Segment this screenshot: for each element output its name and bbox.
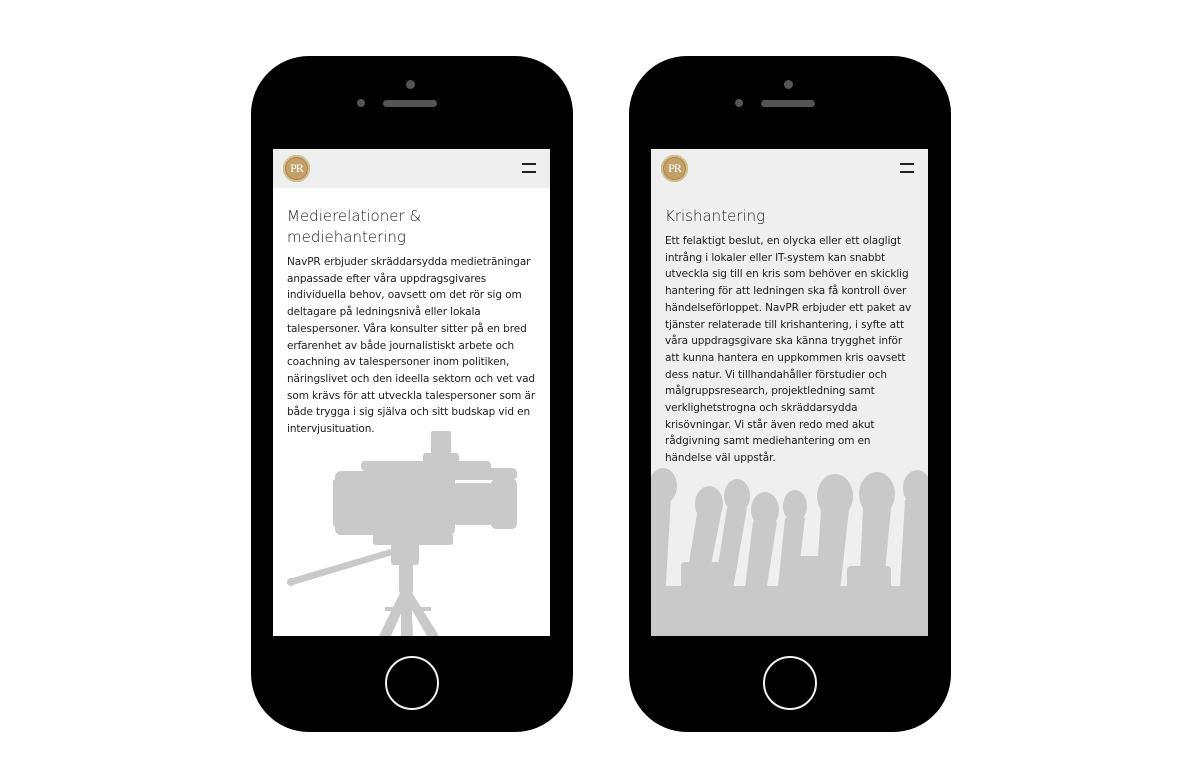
phone-screen-krishantering: PR Krishantering Ett felaktigt beslut, e… xyxy=(651,149,928,636)
home-button[interactable] xyxy=(385,656,439,710)
site-header: PR xyxy=(651,149,928,188)
article-body: Ett felaktigt beslut, en olycka eller et… xyxy=(665,235,912,465)
navpr-logo-icon[interactable]: PR xyxy=(661,155,688,182)
video-camera-silhouette-icon xyxy=(287,431,517,636)
front-camera xyxy=(784,80,793,89)
page-title: Krishantering xyxy=(665,207,766,225)
hamburger-menu-icon[interactable] xyxy=(522,163,536,173)
microphones-silhouette-icon xyxy=(651,468,928,636)
logo-monogram: PR xyxy=(668,161,682,175)
phone-mockup-left: PR Medierelationer & mediehantering NavP… xyxy=(251,56,573,732)
phone-screen-medierelationer: PR Medierelationer & mediehantering NavP… xyxy=(273,149,550,636)
site-header: PR xyxy=(273,149,550,188)
phone-mockup-right: PR Krishantering Ett felaktigt beslut, e… xyxy=(629,56,951,732)
article-content: Medierelationer & mediehantering NavPR e… xyxy=(287,206,539,438)
article-content: Krishantering Ett felaktigt beslut, en o… xyxy=(665,206,917,467)
home-button[interactable] xyxy=(763,656,817,710)
page-title: Medierelationer & mediehantering xyxy=(287,207,422,246)
earpiece-speaker xyxy=(383,100,437,107)
proximity-sensor xyxy=(735,99,743,107)
hamburger-menu-icon[interactable] xyxy=(900,163,914,173)
article-body: NavPR erbjuder skräddarsydda medietränin… xyxy=(287,256,536,436)
earpiece-speaker xyxy=(761,100,815,107)
front-camera xyxy=(406,80,415,89)
proximity-sensor xyxy=(357,99,365,107)
logo-monogram: PR xyxy=(290,161,304,175)
navpr-logo-icon[interactable]: PR xyxy=(283,155,310,182)
